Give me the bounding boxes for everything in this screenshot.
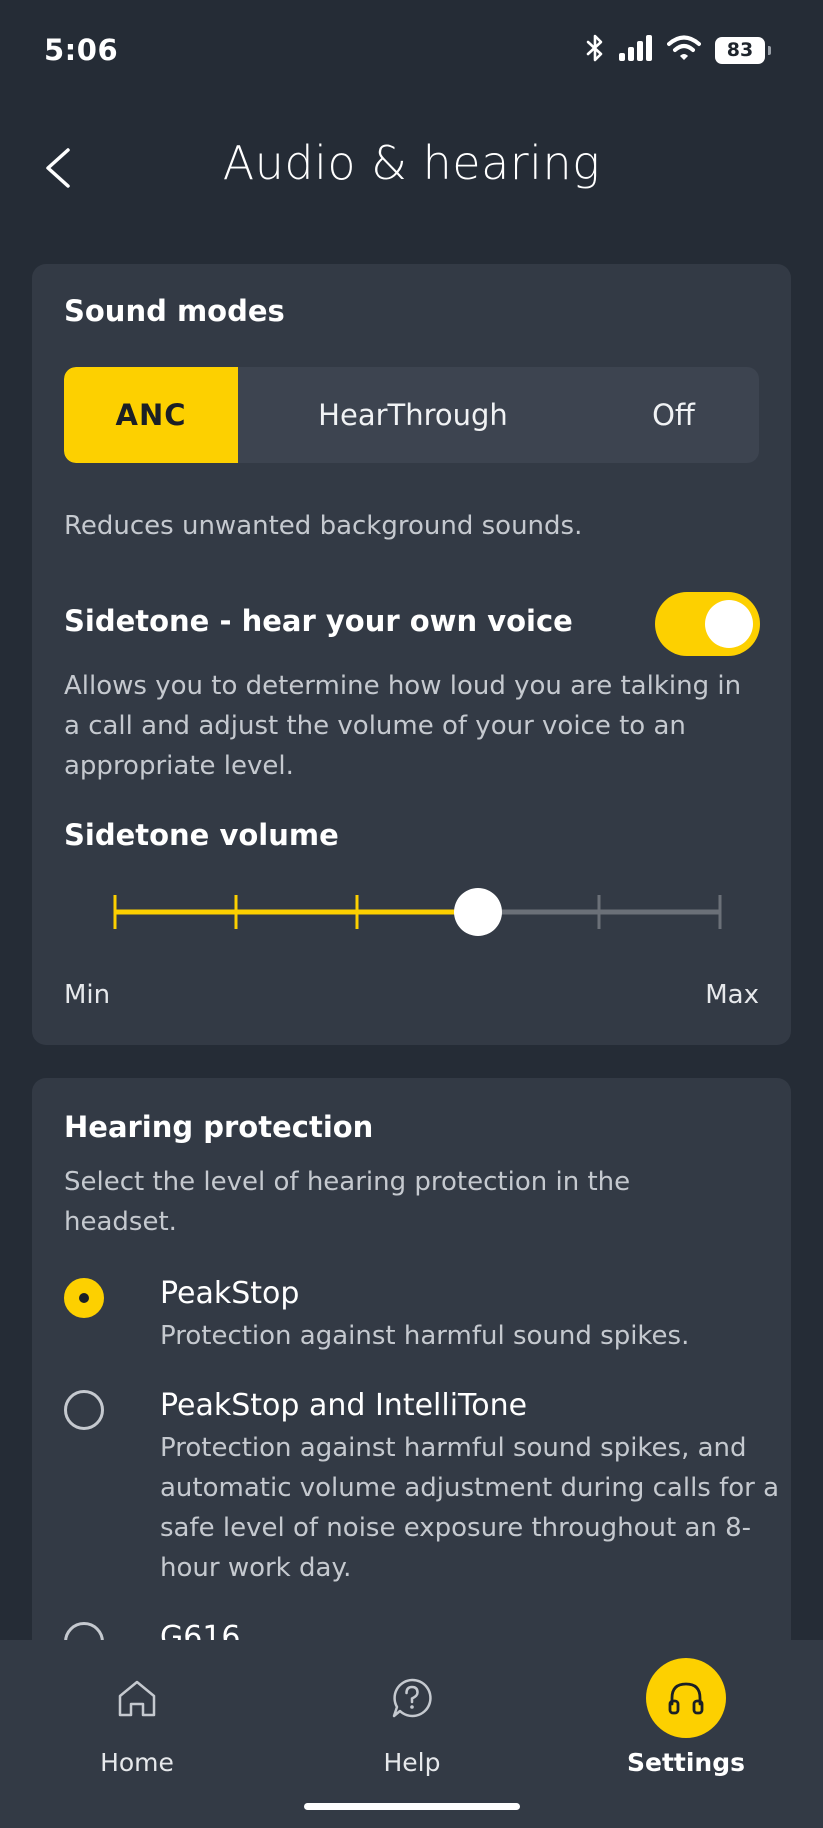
radio-option-peakstop[interactable]: PeakStop Protection against harmful soun…: [64, 1276, 764, 1356]
sidetone-heading: Sidetone - hear your own voice: [64, 604, 573, 638]
hearing-protection-heading: Hearing protection: [64, 1110, 374, 1144]
radio-option-description: Protection against harmful sound spikes,…: [160, 1433, 780, 1583]
sound-mode-selector: ANC HearThrough Off: [64, 367, 759, 463]
hearing-protection-description: Select the level of hearing protection i…: [64, 1167, 631, 1237]
toggle-knob: [705, 600, 753, 648]
slider-min-label: Min: [64, 980, 111, 1010]
sound-mode-off[interactable]: Off: [588, 367, 759, 463]
page-title: Audio & hearing: [222, 136, 601, 190]
nav-help[interactable]: Help: [312, 1640, 512, 1790]
sound-mode-hearthrough[interactable]: HearThrough: [238, 367, 588, 463]
radio-option-title: PeakStop: [160, 1276, 300, 1311]
sound-modes-card: Sound modes ANC HearThrough Off Reduces …: [32, 264, 791, 1045]
sidetone-volume-heading: Sidetone volume: [64, 818, 339, 852]
nav-home-label: Home: [100, 1748, 174, 1777]
status-time: 5:06: [44, 33, 119, 67]
sound-modes-heading: Sound modes: [64, 294, 285, 328]
headset-icon: [646, 1658, 726, 1738]
slider-thumb[interactable]: [454, 888, 502, 936]
radio-option-description: Protection against harmful sound spikes.: [160, 1321, 690, 1351]
wifi-icon: [667, 35, 701, 65]
slider-track: [113, 888, 722, 936]
slider-max-label: Max: [705, 980, 759, 1010]
sound-mode-anc[interactable]: ANC: [64, 367, 238, 463]
radio-option-peakstop-intellitone[interactable]: PeakStop and IntelliTone Protection agai…: [64, 1388, 779, 1588]
home-indicator: [304, 1803, 520, 1810]
home-icon: [97, 1658, 177, 1738]
bluetooth-icon: [585, 34, 605, 66]
help-icon: [372, 1658, 452, 1738]
bottom-navigation: Home Help Settings: [0, 1640, 823, 1828]
sound-mode-description: Reduces unwanted background sounds.: [64, 511, 583, 541]
nav-settings[interactable]: Settings: [586, 1640, 786, 1790]
nav-home[interactable]: Home: [37, 1640, 237, 1790]
status-bar: 5:06 83: [0, 0, 823, 100]
sidetone-toggle[interactable]: [655, 592, 760, 656]
radio-button[interactable]: [64, 1390, 104, 1430]
sidetone-volume-slider[interactable]: [82, 882, 742, 942]
status-icons: 83: [585, 34, 771, 66]
radio-option-title: PeakStop and IntelliTone: [160, 1388, 528, 1423]
nav-help-label: Help: [383, 1748, 441, 1777]
cellular-signal-icon: [619, 35, 653, 65]
nav-settings-label: Settings: [626, 1748, 745, 1777]
sidetone-description: Allows you to determine how loud you are…: [64, 671, 742, 781]
battery-icon: 83: [715, 36, 771, 64]
radio-button-selected[interactable]: [64, 1278, 104, 1318]
